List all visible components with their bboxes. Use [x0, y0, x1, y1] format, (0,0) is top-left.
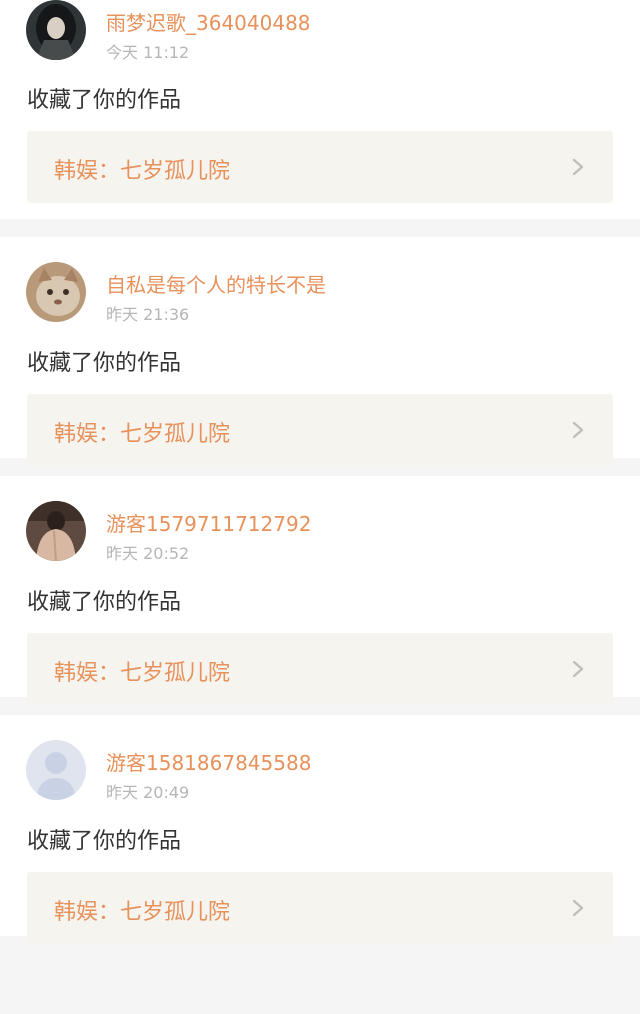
work-title: 韩娱：七岁孤儿院: [54, 900, 231, 925]
default-user-avatar-icon: [26, 740, 86, 800]
notification-header: 游客1581867845588 昨天 20:49: [26, 740, 606, 802]
avatar[interactable]: [26, 501, 86, 561]
notification-header: 雨梦迟歌_364040488 今天 11:12: [26, 0, 606, 62]
avatar[interactable]: [26, 0, 86, 60]
action-text: 收藏了你的作品: [27, 351, 182, 376]
person-back-avatar-icon: [26, 501, 86, 561]
notification-feed: 雨梦迟歌_364040488 今天 11:12 收藏了你的作品 韩娱：七岁孤儿院: [0, 0, 640, 944]
work-title: 韩娱：七岁孤儿院: [54, 159, 231, 184]
action-text: 收藏了你的作品: [27, 590, 182, 615]
notification-card: 游客1579711712792 昨天 20:52 收藏了你的作品 韩娱：七岁孤儿…: [0, 476, 640, 705]
timestamp: 昨天 20:49: [106, 783, 190, 802]
action-text: 收藏了你的作品: [27, 88, 182, 113]
chevron-right-icon: [567, 155, 589, 179]
username[interactable]: 自私是每个人的特长不是: [106, 269, 326, 298]
notification-card: 雨梦迟歌_364040488 今天 11:12 收藏了你的作品 韩娱：七岁孤儿院: [0, 0, 640, 219]
notification-card: 自私是每个人的特长不是 昨天 21:36 收藏了你的作品 韩娱：七岁孤儿院: [0, 237, 640, 466]
cat-avatar-icon: [26, 262, 86, 322]
avatar[interactable]: [26, 262, 86, 322]
avatar[interactable]: [26, 740, 86, 800]
chevron-right-icon: [567, 418, 589, 442]
action-text: 收藏了你的作品: [27, 829, 182, 854]
work-link[interactable]: 韩娱：七岁孤儿院: [27, 872, 613, 944]
timestamp: 昨天 20:52: [106, 544, 190, 563]
notification-card: 游客1581867845588 昨天 20:49 收藏了你的作品 韩娱：七岁孤儿…: [0, 715, 640, 944]
chevron-right-icon: [567, 657, 589, 681]
timestamp: 昨天 21:36: [106, 305, 190, 324]
username[interactable]: 雨梦迟歌_364040488: [106, 7, 311, 36]
work-title: 韩娱：七岁孤儿院: [54, 422, 231, 447]
notification-header: 自私是每个人的特长不是 昨天 21:36: [26, 262, 606, 324]
username[interactable]: 游客1579711712792: [106, 508, 311, 537]
username[interactable]: 游客1581867845588: [106, 747, 311, 776]
dark-haired-girl-avatar-icon: [26, 0, 86, 60]
work-link[interactable]: 韩娱：七岁孤儿院: [27, 633, 613, 705]
work-link[interactable]: 韩娱：七岁孤儿院: [27, 131, 613, 203]
notification-header: 游客1579711712792 昨天 20:52: [26, 501, 606, 563]
timestamp: 今天 11:12: [106, 43, 190, 62]
chevron-right-icon: [567, 896, 589, 920]
work-title: 韩娱：七岁孤儿院: [54, 661, 231, 686]
work-link[interactable]: 韩娱：七岁孤儿院: [27, 394, 613, 466]
